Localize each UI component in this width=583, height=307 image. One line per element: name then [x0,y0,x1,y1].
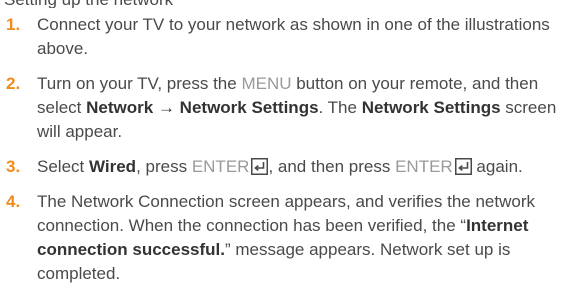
step-3-text: Select Wired, press ENTER , and then pre… [37,157,523,176]
enter-key-label: ENTER [191,157,250,176]
step-3-text-part: again. [471,157,523,176]
instruction-steps: 1. Connect your TV to your network as sh… [0,13,583,286]
enter-key-label: ENTER [395,157,453,176]
step-2-text: Turn on your TV, press the MENU button o… [37,74,556,141]
menu-key-label: MENU [241,74,292,93]
step-3-text-part: , press [136,157,192,176]
previous-heading-fragment: Setting up the network [0,0,583,8]
step-number: 3. [6,157,21,176]
menu-arrow: → [153,98,180,117]
network-menu-label: Network [86,98,154,117]
previous-heading-text: Setting up the network [4,0,173,8]
step-1: 1. Connect your TV to your network as sh… [0,13,577,61]
step-2-text-part: Turn on your TV, press the [37,74,242,93]
step-3-text-part: Select [37,157,89,176]
step-2: 2. Turn on your TV, press the MENU button… [0,72,577,144]
step-number: 4. [6,192,21,211]
step-2-text-part: . The [318,98,362,117]
network-settings-label: Network Settings [179,98,319,117]
step-number: 1. [6,15,21,34]
step-3-text-part: , and then press [268,157,396,176]
step-4: 4. The Network Connection screen appears,… [0,190,577,286]
step-4-text-part: The Network Connection screen appears, a… [37,192,535,235]
enter-key-icon [454,158,472,175]
step-4-text: The Network Connection screen appears, a… [37,192,535,283]
enter-key-icon [251,158,269,175]
step-1-text: Connect your TV to your network as shown… [37,15,550,58]
step-number: 2. [6,74,21,93]
wired-option-label: Wired [88,157,137,176]
network-settings-screen-label: Network Settings [361,98,501,117]
step-3: 3. Select Wired, press ENTER , and then p… [0,155,577,179]
